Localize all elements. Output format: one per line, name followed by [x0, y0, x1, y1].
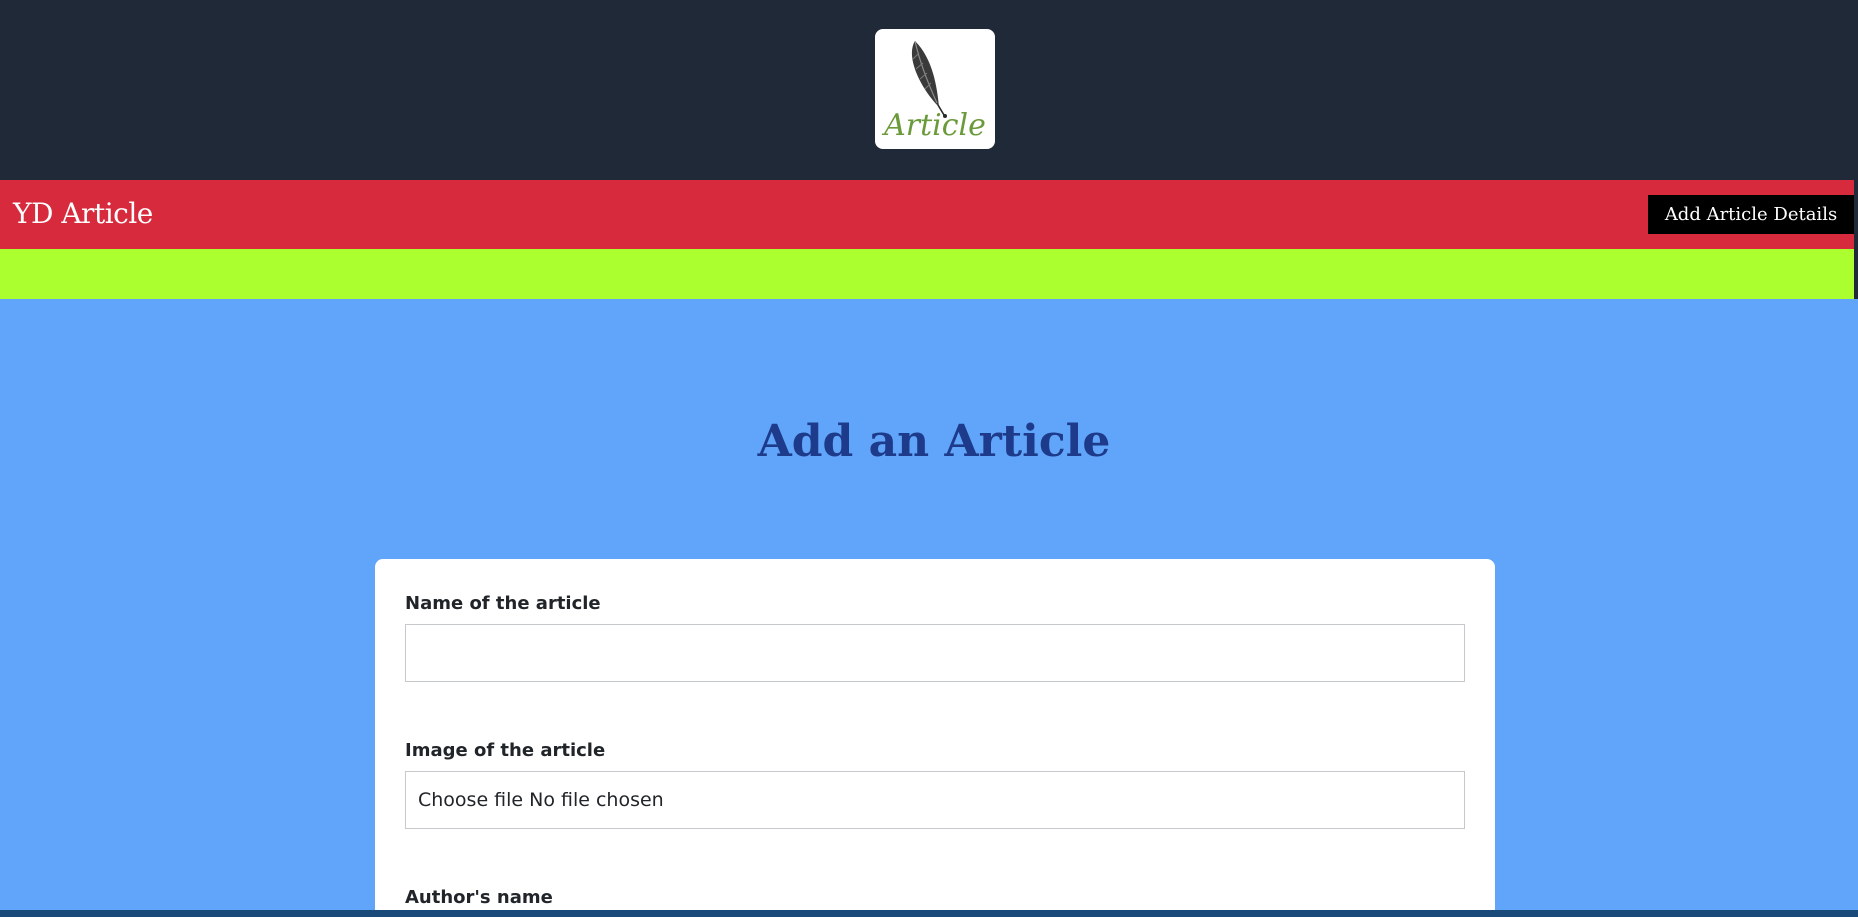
accent-strip [0, 249, 1854, 299]
quill-feather-icon: Article [881, 40, 986, 143]
article-form: Name of the article Image of the article… [375, 559, 1495, 917]
bottom-bar [0, 910, 1858, 917]
top-header: Article [0, 0, 1858, 180]
add-article-details-button[interactable]: Add Article Details [1648, 195, 1854, 234]
file-status-text: No file chosen [529, 789, 664, 811]
article-image-file-input[interactable]: Choose file No file chosen [405, 771, 1465, 829]
scrollbar-edge [1854, 180, 1858, 299]
article-image-label: Image of the article [405, 740, 606, 761]
navbar: YD Article Add Article Details [0, 180, 1854, 249]
article-name-label: Name of the article [405, 593, 601, 614]
site-logo[interactable]: Article [875, 29, 995, 149]
article-name-input[interactable] [405, 624, 1465, 682]
page-title: Add an Article [757, 416, 1111, 467]
choose-file-button[interactable]: Choose file [418, 789, 523, 811]
author-name-label: Author's name [405, 887, 553, 908]
logo-wordmark: Article [881, 108, 986, 143]
brand-title[interactable]: YD Article [13, 194, 153, 234]
